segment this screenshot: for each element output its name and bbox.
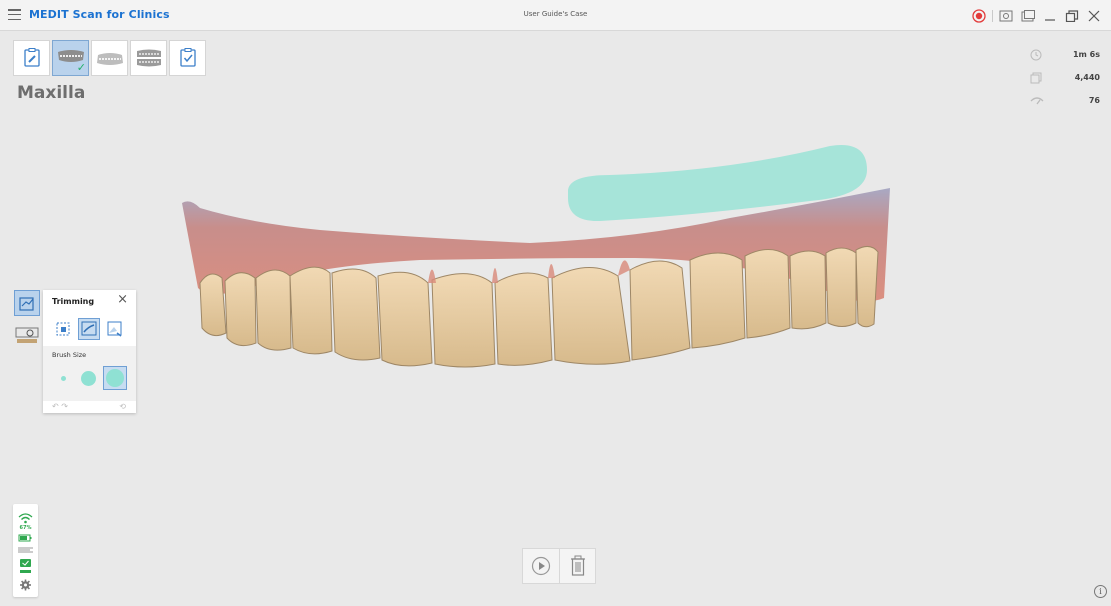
close-icon[interactable]: × <box>117 293 128 307</box>
device-status-bar: 67% <box>13 504 38 597</box>
connection-bar <box>20 570 31 573</box>
play-icon <box>531 556 551 576</box>
scan-stats: 1m 6s 4,440 76 <box>1030 43 1100 112</box>
clock-icon <box>1030 49 1042 60</box>
pip-window-icon[interactable] <box>1017 6 1039 26</box>
minimize-icon[interactable] <box>1039 6 1061 26</box>
restore-icon[interactable] <box>1061 6 1083 26</box>
frame-count: 4,440 <box>1074 73 1100 82</box>
brush-size-small[interactable] <box>61 376 66 381</box>
trimming-panel: Trimming × Brush Size ↶ ↷ ⟲ <box>43 290 136 413</box>
delete-button[interactable] <box>559 549 595 583</box>
panel-title: Trimming <box>52 297 95 306</box>
lasso-select-button[interactable] <box>52 318 74 340</box>
wifi-percent: 67% <box>19 525 32 531</box>
trim-icon <box>19 297 34 311</box>
brush-trim-button[interactable] <box>78 318 100 340</box>
redo-icon[interactable]: ↷ <box>61 402 68 411</box>
stage-maxilla[interactable]: ✓ <box>52 40 89 76</box>
scan-controls <box>522 548 596 584</box>
stage-title: Maxilla <box>17 83 86 103</box>
divider <box>992 10 993 22</box>
scan-time: 1m 6s <box>1072 50 1100 59</box>
screenshot-icon[interactable] <box>995 6 1017 26</box>
brush-dot <box>106 369 124 387</box>
completed-check-icon: ✓ <box>76 61 86 74</box>
lasso-select-icon <box>56 322 70 336</box>
play-button[interactable] <box>523 549 559 583</box>
stage-tabs: ✓ <box>13 40 208 76</box>
stage-occlusion[interactable] <box>130 40 167 76</box>
info-icon[interactable]: i <box>1094 585 1107 598</box>
brush-size-label: Brush Size <box>52 351 87 359</box>
brush-size-large[interactable] <box>103 366 127 390</box>
brush-trim-icon <box>81 321 97 336</box>
brush-size-section: Brush Size <box>43 346 136 401</box>
close-icon[interactable] <box>1083 6 1105 26</box>
title-bar: MEDIT Scan for Clinics User Guide's Case <box>0 0 1111 31</box>
case-name: User Guide's Case <box>523 10 588 18</box>
scan-rate: 76 <box>1088 96 1100 105</box>
undo-redo-row: ↶ ↷ <box>52 402 68 411</box>
stage-review[interactable] <box>169 40 206 76</box>
connected-area-button[interactable] <box>104 318 126 340</box>
settings-icon <box>20 579 31 591</box>
scan-filter-button[interactable] <box>14 322 40 348</box>
connected-area-icon <box>107 321 122 337</box>
wifi-icon <box>18 513 33 524</box>
stage-mandible[interactable] <box>91 40 128 76</box>
battery-icon <box>18 534 32 542</box>
pencil-form-icon <box>23 48 40 67</box>
trim-tool-button[interactable] <box>14 290 40 316</box>
stage-edit-info[interactable] <box>13 40 50 76</box>
checklist-icon <box>179 48 196 67</box>
undo-icon[interactable]: ↶ <box>52 402 59 411</box>
mandible-icon <box>96 53 123 65</box>
scan-rate-icon <box>1030 96 1044 104</box>
occlusion-icon <box>136 49 161 67</box>
frames-icon <box>1030 72 1042 83</box>
record-icon[interactable] <box>968 6 990 26</box>
maxilla-3d-model[interactable] <box>170 138 900 373</box>
calibration-icon <box>20 559 31 567</box>
trash-icon <box>570 555 585 576</box>
scanner-tip-icon <box>18 547 33 553</box>
brush-size-medium[interactable] <box>81 371 96 386</box>
tooth-filter-icon <box>15 327 39 343</box>
reset-view-icon[interactable]: ⟲ <box>119 402 126 411</box>
